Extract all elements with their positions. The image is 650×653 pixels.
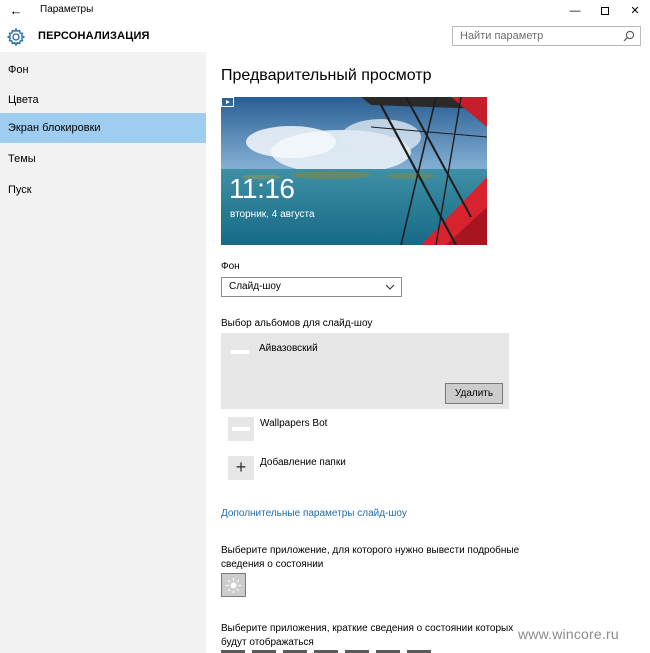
sidebar-item-themes[interactable]: Темы xyxy=(0,144,206,174)
preview-date: вторник, 4 августа xyxy=(230,209,315,220)
close-button[interactable]: ✕ xyxy=(620,0,650,22)
album-name[interactable]: Wallpapers Bot xyxy=(260,418,327,429)
title-bar: ← Параметры — ✕ xyxy=(0,0,650,22)
weather-sun-icon xyxy=(226,578,241,593)
section-title: ПЕРСОНАЛИЗАЦИЯ xyxy=(38,30,150,42)
maximize-icon xyxy=(601,7,609,16)
search-placeholder: Найти параметр xyxy=(460,30,544,42)
minimize-button[interactable]: — xyxy=(560,0,590,22)
search-input[interactable]: Найти параметр xyxy=(452,26,641,46)
albums-label: Выбор альбомов для слайд-шоу xyxy=(221,318,373,329)
lock-screen-preview: 11:16 вторник, 4 августа xyxy=(221,97,487,245)
add-folder-button[interactable]: + xyxy=(228,456,254,480)
delete-button[interactable]: Удалить xyxy=(445,383,503,404)
slideshow-icon xyxy=(221,97,234,107)
album-item-selected[interactable]: Айвазовский Удалить xyxy=(221,333,509,409)
gear-icon xyxy=(6,27,26,47)
search-icon[interactable] xyxy=(622,29,636,43)
album-folder-icon[interactable] xyxy=(228,417,254,441)
detailed-status-app-button[interactable] xyxy=(221,573,246,597)
sidebar-item-start[interactable]: Пуск xyxy=(0,175,206,205)
preview-time: 11:16 xyxy=(229,173,295,204)
sidebar-item-background[interactable]: Фон xyxy=(0,55,206,85)
detailed-status-text: Выберите приложение, для которого нужно … xyxy=(221,545,520,570)
background-select-value: Слайд-шоу xyxy=(229,281,281,292)
quick-status-text: Выберите приложения, краткие сведения о … xyxy=(221,623,514,648)
album-name: Айвазовский xyxy=(259,343,318,354)
advanced-slideshow-link[interactable]: Дополнительные параметры слайд-шоу xyxy=(221,508,407,519)
window-title: Параметры xyxy=(40,4,94,15)
sidebar-item-colors[interactable]: Цвета xyxy=(0,85,206,115)
maximize-button[interactable] xyxy=(590,0,620,22)
background-label: Фон xyxy=(221,261,240,272)
add-folder-label[interactable]: Добавление папки xyxy=(260,457,346,468)
background-select[interactable]: Слайд-шоу xyxy=(221,277,402,297)
preview-heading: Предварительный просмотр xyxy=(221,67,432,84)
watermark: www.wincore.ru xyxy=(518,626,619,642)
back-arrow-icon[interactable]: ← xyxy=(6,2,26,20)
sidebar-item-lock-screen[interactable]: Экран блокировки xyxy=(0,113,206,143)
main-content: Предварительный просмотр 11:16 вторник, … xyxy=(206,52,650,653)
preview-image xyxy=(221,97,487,245)
sidebar: Фон Цвета Экран блокировки Темы Пуск xyxy=(0,52,206,653)
chevron-down-icon xyxy=(385,284,395,290)
plus-icon: + xyxy=(235,457,247,477)
album-folder-icon xyxy=(231,350,249,354)
